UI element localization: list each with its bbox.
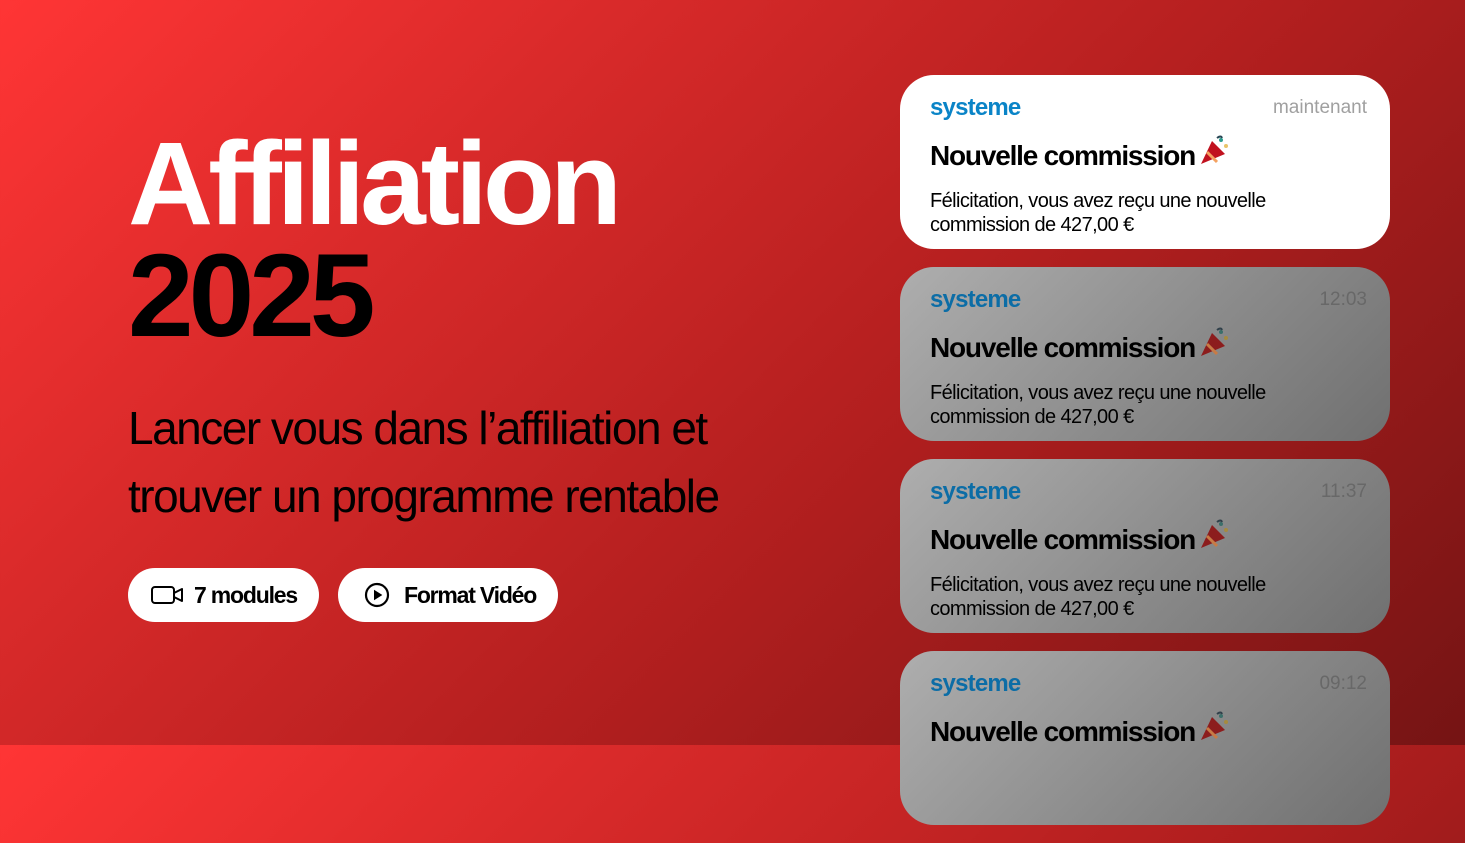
notification-time: maintenant [1272,97,1367,118]
hero-title: Affiliation [128,118,622,250]
video-camera-icon [150,578,184,612]
notification-brand: systeme [930,286,1021,313]
notification-body: Félicitation, vous avez reçu une nouvell… [930,382,1266,428]
format-badge-label: Format Vidéo [403,581,537,608]
notification-header: systeme maintenant [930,96,1367,126]
notification-body: Félicitation, vous avez reçu une nouvell… [930,190,1266,236]
notification-time: 12:03 [1319,289,1367,310]
notification-title-row: Nouvelle commission [930,519,1367,559]
notification-brand: systeme [930,94,1021,121]
notification-card[interactable]: systeme 12:03 Nouvelle commission Félici… [900,267,1390,441]
notification-body: Félicitation, vous avez reçu une nouvell… [930,574,1266,620]
notification-header: systeme 12:03 [930,288,1367,318]
notification-card[interactable]: systeme 09:12 Nouvelle commission [900,651,1390,825]
hero-subtitle: Lancer vous dans l’affiliation et trouve… [128,402,720,522]
notification-title-row: Nouvelle commission [930,327,1367,367]
notification-card[interactable]: systeme 11:37 Nouvelle commission Félici… [900,459,1390,633]
notification-card[interactable]: systeme maintenant Nouvelle commission F… [900,75,1390,249]
feature-badges: 7 modules Format Vidéo [128,568,559,622]
modules-badge-label: 7 modules [194,581,298,608]
hero-section: Affiliation 2025 Lancer vous dans l’affi… [128,118,828,530]
notification-title: Nouvelle commission [930,139,1196,171]
notification-title-row: Nouvelle commission [930,135,1367,175]
party-popper-icon [1195,327,1231,367]
notification-title-row: Nouvelle commission [930,711,1367,751]
party-popper-icon [1195,711,1231,751]
play-circle-icon [360,578,394,612]
notification-header: systeme 09:12 [930,672,1367,702]
modules-badge: 7 modules [128,568,319,622]
party-popper-icon [1195,135,1231,175]
notification-title: Nouvelle commission [930,331,1196,363]
notification-title: Nouvelle commission [930,523,1196,555]
format-badge: Format Vidéo [337,568,559,622]
notification-time: 09:12 [1319,673,1367,694]
notification-stack: systeme maintenant Nouvelle commission F… [900,75,1390,843]
party-popper-icon [1195,519,1231,559]
notification-time: 11:37 [1320,481,1367,502]
hero-year: 2025 [128,230,376,362]
notification-header: systeme 11:37 [930,480,1367,510]
notification-title: Nouvelle commission [930,715,1196,747]
notification-brand: systeme [930,478,1021,505]
notification-brand: systeme [930,670,1021,697]
